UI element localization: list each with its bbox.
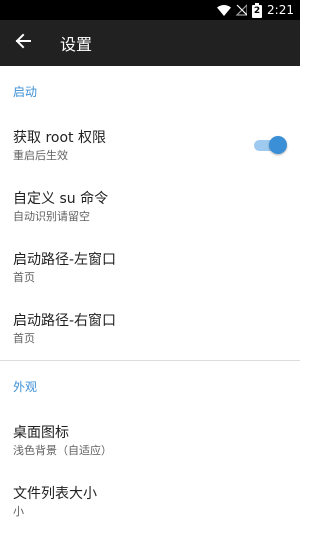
pref-summary: 小 <box>13 505 24 518</box>
back-button[interactable] <box>0 20 46 66</box>
pref-summary: 首页 <box>13 271 35 284</box>
pref-summary: 自动识别请留空 <box>13 210 90 223</box>
pref-title: 启动路径-右窗口 <box>13 313 117 329</box>
switch-thumb <box>269 136 287 154</box>
pref-summary: 重启后生效 <box>13 149 68 162</box>
toolbar: 设置 <box>0 20 300 66</box>
pref-title: 文件列表大小 <box>13 486 97 502</box>
pref-custom-su-command[interactable]: 自定义 su 命令 自动识别请留空 <box>0 177 300 238</box>
pref-summary: 首页 <box>13 332 35 345</box>
section-header-appearance: 外观 <box>13 379 38 394</box>
wifi-icon <box>217 1 232 20</box>
pref-title: 自定义 su 命令 <box>13 191 109 207</box>
no-signal-icon <box>235 1 248 20</box>
status-bar: 2 2:21 <box>0 0 300 20</box>
status-icons: 2 2:21 <box>217 0 294 20</box>
section-header-startup: 启动 <box>13 84 38 99</box>
pref-summary: 浅色背景（自适应） <box>13 444 112 457</box>
pref-root-permission[interactable]: 获取 root 权限 重启后生效 <box>0 116 300 177</box>
arrow-left-icon <box>15 33 31 53</box>
page-title: 设置 <box>60 35 93 54</box>
pref-start-path-left[interactable]: 启动路径-左窗口 首页 <box>0 238 300 299</box>
root-permission-switch[interactable] <box>254 136 287 154</box>
battery-level: 2 <box>253 5 261 16</box>
pref-title: 获取 root 权限 <box>13 130 106 146</box>
pref-title: 桌面图标 <box>13 425 69 441</box>
pref-title: 启动路径-左窗口 <box>13 252 117 268</box>
pref-start-path-right[interactable]: 启动路径-右窗口 首页 <box>0 299 300 360</box>
pref-file-list-size[interactable]: 文件列表大小 小 <box>0 472 300 533</box>
battery-icon: 2 <box>252 2 263 18</box>
settings-list: 启动 获取 root 权限 重启后生效 自定义 su 命令 自动识别请留空 启动… <box>0 66 300 533</box>
pref-desktop-icon[interactable]: 桌面图标 浅色背景（自适应） <box>0 411 300 472</box>
status-time: 2:21 <box>267 3 294 17</box>
